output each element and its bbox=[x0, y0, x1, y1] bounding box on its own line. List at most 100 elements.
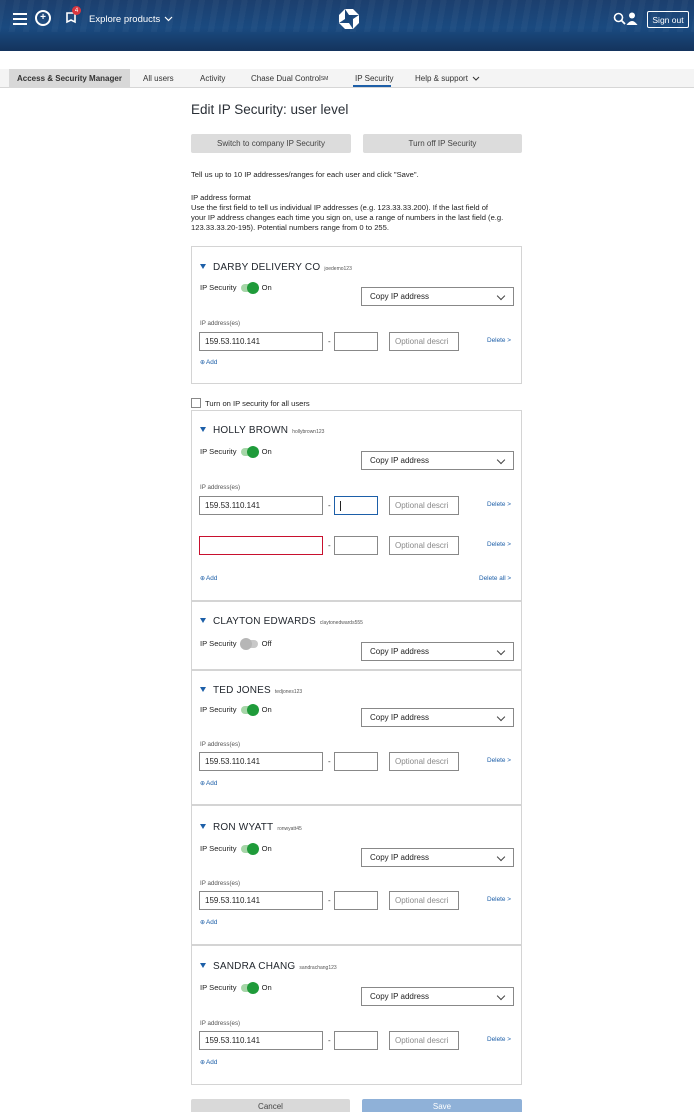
user-name: HOLLY BROWN bbox=[213, 425, 289, 436]
ip-address-label: IP address(es) bbox=[200, 320, 241, 327]
description-input[interactable]: Optional descri bbox=[389, 496, 459, 515]
user-header[interactable]: HOLLY BROWN hollybrown123 bbox=[200, 425, 324, 436]
delete-all-link[interactable]: Delete all > bbox=[479, 575, 511, 582]
description-input[interactable]: Optional descri bbox=[389, 1031, 459, 1050]
chat-icon[interactable] bbox=[35, 10, 51, 26]
user-id: sandrachang123 bbox=[299, 965, 337, 971]
delete-link[interactable]: Delete > bbox=[487, 337, 511, 344]
nav-pay-transfer[interactable]: Pay & transfer bbox=[79, 51, 139, 71]
save-button[interactable]: Save bbox=[362, 1099, 522, 1112]
ip-security-toggle[interactable] bbox=[240, 842, 259, 855]
sign-out-button[interactable]: Sign out bbox=[647, 11, 689, 28]
turn-off-ip-security-button[interactable]: Turn off IP Security bbox=[363, 134, 522, 153]
add-icon: ⊕ bbox=[200, 781, 206, 787]
description-input[interactable]: Optional descri bbox=[389, 752, 459, 771]
expand-caret-icon bbox=[200, 618, 206, 623]
ip-security-toggle[interactable] bbox=[240, 703, 259, 716]
subnav-help-support[interactable]: Help & support bbox=[415, 69, 480, 88]
user-name: RON WYATT bbox=[213, 822, 274, 833]
subnav-dual-control-label: Chase Dual Control bbox=[251, 74, 321, 83]
delete-link[interactable]: Delete > bbox=[487, 896, 511, 903]
page-title: Edit IP Security: user level bbox=[191, 102, 349, 117]
ip-range-end-input[interactable] bbox=[334, 1031, 378, 1050]
copy-ip-address-select[interactable]: Copy IP address bbox=[361, 287, 514, 306]
chevron-down-icon bbox=[496, 646, 506, 656]
delete-link[interactable]: Delete > bbox=[487, 757, 511, 764]
add-ip-link[interactable]: ⊕ Add bbox=[200, 575, 217, 582]
subnav-access-security-manager[interactable]: Access & Security Manager bbox=[9, 69, 130, 88]
copy-ip-address-select[interactable]: Copy IP address bbox=[361, 987, 514, 1006]
explore-products-menu[interactable]: Explore products bbox=[89, 11, 173, 27]
ip-address-input[interactable]: 159.53.110.141 bbox=[199, 332, 323, 351]
ip-security-toggle[interactable] bbox=[239, 637, 258, 650]
ip-address-input[interactable]: 159.53.110.141 bbox=[199, 891, 323, 910]
description-input[interactable]: Optional descri bbox=[389, 891, 459, 910]
search-icon[interactable] bbox=[612, 11, 626, 25]
ip-security-toggle[interactable] bbox=[240, 981, 259, 994]
ip-security-toggle[interactable] bbox=[240, 445, 259, 458]
ip-address-input-error[interactable] bbox=[199, 536, 323, 555]
copy-ip-address-value: Copy IP address bbox=[370, 992, 429, 1001]
expand-caret-icon bbox=[200, 963, 206, 968]
ip-range-end-input[interactable] bbox=[334, 752, 378, 771]
chase-logo-icon[interactable] bbox=[338, 8, 360, 30]
copy-ip-address-value: Copy IP address bbox=[370, 647, 429, 656]
copy-ip-address-select[interactable]: Copy IP address bbox=[361, 642, 514, 661]
cancel-button[interactable]: Cancel bbox=[191, 1099, 350, 1112]
menu-icon[interactable] bbox=[13, 13, 27, 25]
chevron-down-icon bbox=[496, 291, 506, 301]
ip-address-input[interactable]: 159.53.110.141 bbox=[199, 1031, 323, 1050]
user-header[interactable]: RON WYATT ronwyatt45 bbox=[200, 822, 302, 833]
user-header[interactable]: CLAYTON EDWARDS claytonedwards555 bbox=[200, 616, 363, 627]
sub-nav: Access & Security Manager All users Acti… bbox=[0, 69, 694, 88]
turn-on-all-label: Turn on IP security for all users bbox=[205, 398, 310, 408]
ip-address-input[interactable]: 159.53.110.141 bbox=[199, 496, 323, 515]
delete-link[interactable]: Delete > bbox=[487, 541, 511, 548]
copy-ip-address-select[interactable]: Copy IP address bbox=[361, 708, 514, 727]
add-label: Add bbox=[206, 919, 218, 926]
expand-caret-icon bbox=[200, 824, 206, 829]
delete-link[interactable]: Delete > bbox=[487, 501, 511, 508]
add-ip-link[interactable]: ⊕ Add bbox=[200, 1059, 217, 1066]
subnav-activity[interactable]: Activity bbox=[200, 69, 225, 88]
description-input[interactable]: Optional descri bbox=[389, 536, 459, 555]
user-name: SANDRA CHANG bbox=[213, 961, 296, 972]
nav-collect-deposit[interactable]: Collect & deposit bbox=[161, 51, 232, 71]
ip-address-label: IP address(es) bbox=[200, 880, 241, 887]
user-id: ronwyatt45 bbox=[277, 826, 302, 832]
copy-ip-address-select[interactable]: Copy IP address bbox=[361, 451, 514, 470]
ip-address-label: IP address(es) bbox=[200, 1020, 241, 1027]
expand-caret-icon bbox=[200, 264, 206, 269]
add-ip-link[interactable]: ⊕ Add bbox=[200, 919, 217, 926]
ip-range-end-input[interactable] bbox=[334, 332, 378, 351]
profile-icon[interactable] bbox=[625, 11, 639, 25]
user-id: joedemo123 bbox=[324, 266, 352, 272]
ip-security-toggle[interactable] bbox=[240, 281, 259, 294]
switch-company-ip-security-button[interactable]: Switch to company IP Security bbox=[191, 134, 351, 153]
ip-address-input[interactable]: 159.53.110.141 bbox=[199, 752, 323, 771]
user-header[interactable]: SANDRA CHANG sandrachang123 bbox=[200, 961, 337, 972]
range-dash: - bbox=[328, 896, 331, 905]
active-tab-underline bbox=[353, 85, 391, 87]
ip-range-end-input[interactable] bbox=[334, 536, 378, 555]
copy-ip-address-value: Copy IP address bbox=[370, 456, 429, 465]
subnav-all-users[interactable]: All users bbox=[143, 69, 174, 88]
toggle-state: On bbox=[261, 283, 272, 292]
add-icon: ⊕ bbox=[200, 1060, 206, 1066]
ip-range-end-input[interactable] bbox=[334, 891, 378, 910]
user-header[interactable]: TED JONES tedjones123 bbox=[200, 685, 302, 696]
ip-security-row: IP Security On bbox=[200, 281, 272, 294]
add-ip-link[interactable]: ⊕ Add bbox=[200, 359, 217, 366]
ip-security-row: IP Security On bbox=[200, 703, 272, 716]
ip-security-label: IP Security bbox=[200, 447, 237, 456]
turn-on-all-checkbox[interactable] bbox=[191, 398, 201, 408]
user-name: DARBY DELIVERY CO bbox=[213, 262, 321, 273]
add-ip-link[interactable]: ⊕ Add bbox=[200, 780, 217, 787]
copy-ip-address-select[interactable]: Copy IP address bbox=[361, 848, 514, 867]
delete-link[interactable]: Delete > bbox=[487, 1036, 511, 1043]
user-header[interactable]: DARBY DELIVERY CO joedemo123 bbox=[200, 262, 352, 273]
nav-accounts[interactable]: Accounts bbox=[9, 51, 48, 71]
description-input[interactable]: Optional descri bbox=[389, 332, 459, 351]
subnav-dual-control[interactable]: Chase Dual Control SM bbox=[251, 69, 328, 88]
ip-range-end-input[interactable] bbox=[334, 496, 378, 515]
